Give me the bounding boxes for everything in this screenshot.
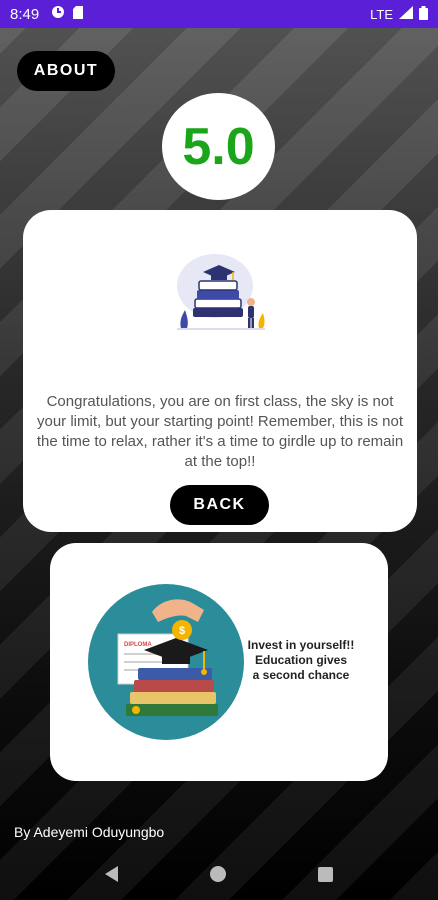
nav-recents-icon[interactable] bbox=[318, 866, 333, 882]
system-navigation-bar bbox=[0, 848, 438, 900]
education-banner: $ DIPLOMA Invest in yourself!! Education… bbox=[50, 543, 388, 781]
back-button[interactable]: BACK bbox=[170, 485, 269, 525]
invest-education-illustration: $ DIPLOMA bbox=[86, 582, 246, 742]
battery-icon bbox=[419, 5, 428, 23]
sd-card-icon bbox=[73, 5, 84, 23]
status-right: LTE bbox=[370, 5, 428, 23]
data-saver-icon bbox=[51, 5, 65, 23]
congratulations-message: Congratulations, you are on first class,… bbox=[36, 393, 404, 470]
banner-tagline: Invest in yourself!! Education gives a s… bbox=[242, 638, 360, 683]
tagline-line-2: Education gives bbox=[254, 653, 348, 667]
author-credit: By Adeyemi Oduyungbo bbox=[14, 824, 165, 840]
result-card: Congratulations, you are on first class,… bbox=[23, 210, 417, 532]
svg-text:$: $ bbox=[179, 625, 185, 637]
network-type: LTE bbox=[370, 6, 393, 22]
nav-home-icon[interactable] bbox=[210, 866, 226, 882]
score-display: 5.0 bbox=[162, 93, 275, 200]
signal-icon bbox=[399, 6, 413, 22]
status-bar: 8:49 LTE bbox=[0, 0, 438, 28]
graduation-illustration bbox=[173, 250, 267, 332]
status-time: 8:49 bbox=[10, 5, 40, 23]
about-button[interactable]: ABOUT bbox=[17, 51, 115, 91]
diploma-text: DIPLOMA bbox=[124, 642, 152, 648]
tagline-line-1: Invest in yourself!! bbox=[247, 638, 355, 652]
nav-back-icon[interactable] bbox=[105, 866, 118, 882]
tagline-line-3: a second chance bbox=[252, 668, 350, 682]
